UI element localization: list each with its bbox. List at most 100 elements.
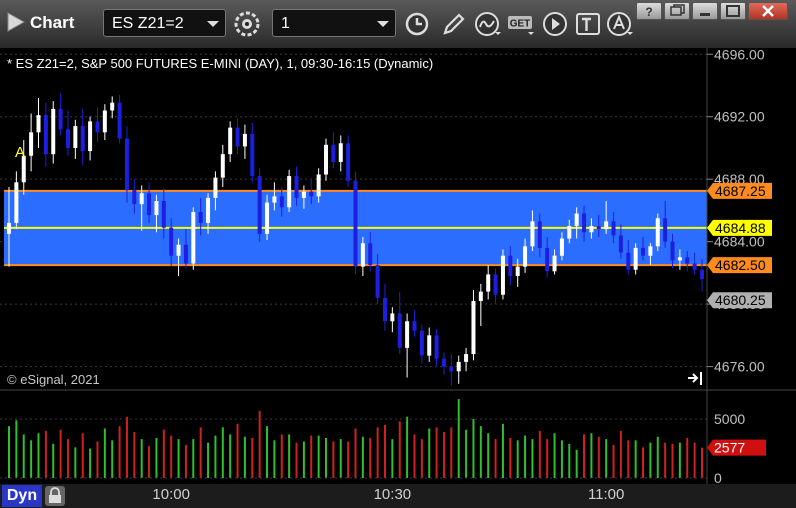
- x-tick-label: 10:00: [152, 486, 190, 503]
- get-data-icon[interactable]: GET: [507, 10, 537, 38]
- candle-body: [441, 358, 446, 367]
- text-tool-icon[interactable]: [574, 10, 602, 38]
- candle-body: [183, 244, 188, 264]
- dyn-label[interactable]: Dyn: [2, 485, 42, 507]
- svg-text:?: ?: [645, 5, 652, 19]
- symbol-value: ES Z21=2: [112, 15, 184, 32]
- candle-body: [648, 246, 653, 256]
- candle-body: [589, 226, 594, 233]
- candle-body: [147, 193, 152, 216]
- candle-body: [80, 126, 85, 152]
- candle-body: [139, 193, 144, 205]
- y-tick-label: 4676.00: [714, 359, 765, 375]
- candle-body: [523, 246, 528, 267]
- price-tag-label: 4687.25: [715, 183, 766, 199]
- candle-body: [508, 255, 513, 276]
- candle-body: [272, 196, 277, 203]
- candle-body: [250, 133, 255, 177]
- candle-body: [301, 191, 306, 198]
- candle-body: [382, 297, 387, 322]
- candle-body: [596, 226, 601, 230]
- study-wave-icon[interactable]: [474, 10, 502, 38]
- pencil-draw-icon[interactable]: [440, 10, 468, 38]
- interval-combo[interactable]: 1: [272, 9, 396, 37]
- candle-body: [353, 180, 358, 267]
- alert-icon[interactable]: [606, 10, 634, 38]
- candle-body: [279, 196, 284, 208]
- window-titlebar: Chart ES Z21=2 1 GET ?: [0, 0, 796, 49]
- candle-body: [331, 144, 336, 162]
- candle-body: [7, 222, 11, 234]
- candle-body: [633, 247, 638, 270]
- candle-body: [154, 201, 159, 216]
- candle-body: [368, 243, 373, 266]
- close-icon: [762, 5, 774, 17]
- x-tick-label: 11:00: [587, 486, 625, 503]
- candle-body: [95, 121, 100, 133]
- candle-body: [294, 176, 299, 198]
- close-button[interactable]: [748, 2, 788, 20]
- candle-body: [405, 321, 410, 348]
- candle-body: [618, 235, 623, 253]
- candle-body: [685, 257, 690, 264]
- candle-body: [191, 211, 196, 264]
- candle-body: [641, 247, 646, 256]
- volume-tick-label: 5000: [714, 411, 745, 427]
- chevron-down-icon[interactable]: [207, 21, 219, 27]
- candle-body: [567, 226, 572, 239]
- svg-text:GET: GET: [510, 19, 531, 30]
- candle-body: [552, 255, 557, 272]
- chart-title: * ES Z21=2, S&P 500 FUTURES E-MINI (DAY)…: [7, 56, 433, 71]
- candle-body: [58, 108, 63, 130]
- help-button[interactable]: ?: [636, 2, 662, 20]
- candle-body: [324, 144, 329, 175]
- restore-button[interactable]: [664, 2, 690, 20]
- candle-body: [611, 221, 616, 236]
- restore-icon: [670, 4, 685, 16]
- app-icon: [7, 12, 26, 32]
- candle-body: [235, 127, 240, 147]
- candle-body: [14, 182, 19, 223]
- candle-body: [677, 257, 682, 261]
- candle-body: [449, 366, 454, 372]
- candle-body: [663, 218, 668, 242]
- price-tag-label: 4680.25: [715, 292, 766, 308]
- clock-icon[interactable]: [403, 10, 431, 38]
- candle-body: [220, 154, 225, 178]
- minimize-icon: [700, 13, 710, 16]
- candle-body: [670, 241, 675, 261]
- candle-body: [412, 321, 417, 331]
- candle-body: [493, 274, 498, 295]
- candle-body: [456, 361, 461, 372]
- candle-body: [132, 190, 137, 205]
- candle-body: [419, 330, 424, 356]
- candle-body: [29, 132, 34, 156]
- candle-body: [161, 201, 166, 228]
- x-tick-label: 10:30: [373, 486, 412, 503]
- candle-body: [110, 102, 115, 111]
- candle-body: [287, 176, 292, 208]
- settings-gear-icon[interactable]: [233, 10, 261, 38]
- play-icon[interactable]: [541, 10, 569, 38]
- candle-body: [427, 335, 432, 356]
- y-tick-label: 4692.00: [714, 109, 765, 125]
- candle-body: [43, 115, 48, 155]
- candle-body: [102, 110, 107, 133]
- candle-body: [478, 291, 483, 301]
- chart-canvas[interactable]: 4696.004692.004688.004684.004680.004676.…: [0, 48, 796, 484]
- candle-body: [257, 176, 262, 234]
- maximize-button[interactable]: [720, 2, 746, 20]
- candle-body: [471, 300, 476, 355]
- candle-body: [574, 213, 579, 227]
- candle-body: [604, 221, 609, 230]
- candle-body: [265, 202, 270, 234]
- lock-icon[interactable]: [44, 485, 66, 507]
- candle-body: [390, 313, 395, 322]
- symbol-combo[interactable]: ES Z21=2: [103, 9, 226, 37]
- window-title: Chart: [30, 13, 75, 32]
- volume-tick-label: 0: [714, 470, 722, 484]
- chevron-down-icon[interactable]: [377, 21, 389, 27]
- minimize-button[interactable]: [692, 2, 718, 20]
- candle-body: [73, 126, 78, 148]
- candle-body: [206, 197, 211, 223]
